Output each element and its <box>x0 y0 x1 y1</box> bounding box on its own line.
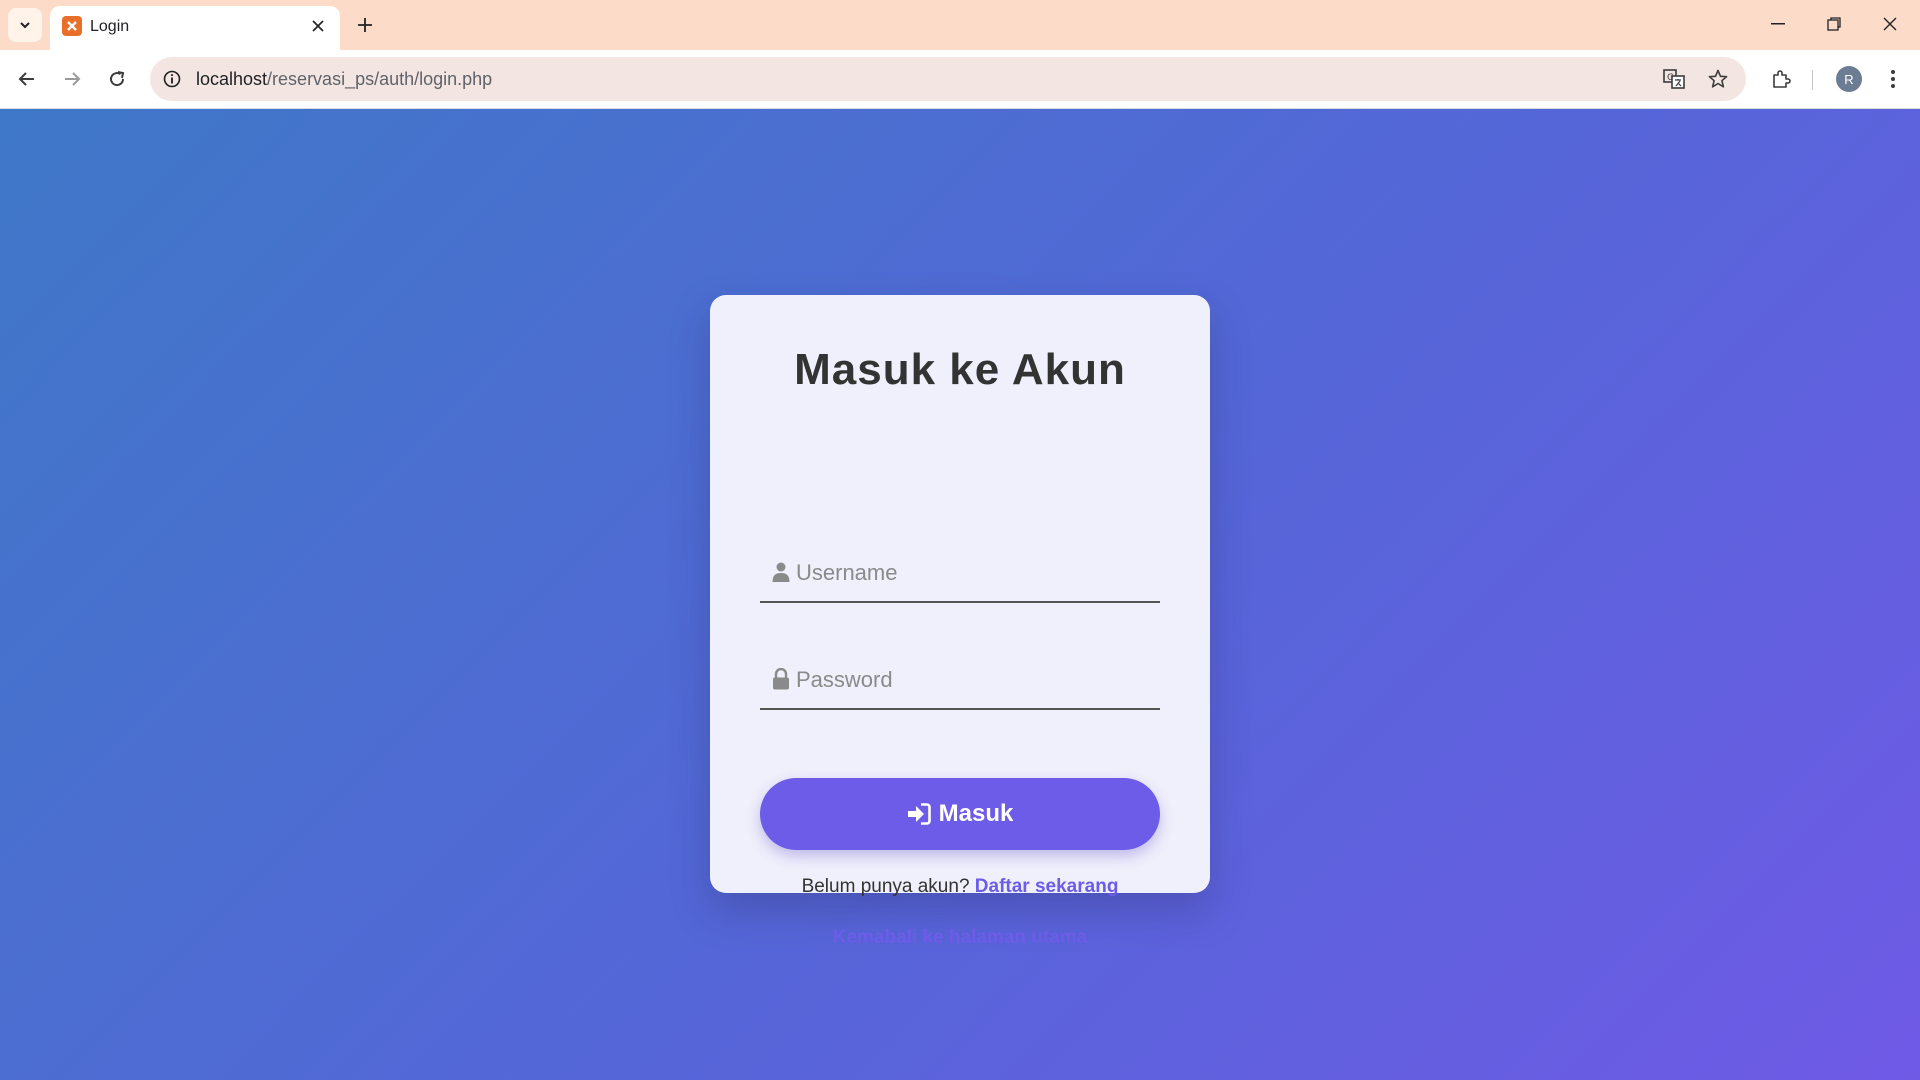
user-icon <box>772 561 790 583</box>
browser-tab[interactable]: Login <box>50 6 340 50</box>
more-icon[interactable] <box>1876 62 1910 96</box>
login-button-label: Masuk <box>938 800 1014 827</box>
avatar[interactable]: R <box>1836 66 1862 92</box>
forward-icon[interactable] <box>55 62 89 96</box>
url-host: localhost <box>196 69 268 89</box>
page-background: Masuk ke Akun Masuk Belum punya akun? Da… <box>0 109 1920 1080</box>
back-icon[interactable] <box>10 62 44 96</box>
back-home-link[interactable]: Kemabali ke halaman utama <box>833 927 1088 948</box>
address-bar[interactable]: localhost/reservasi_ps/auth/login.php G <box>150 57 1746 101</box>
password-field[interactable] <box>760 648 1160 710</box>
close-window-icon[interactable] <box>1862 0 1918 48</box>
toolbar-divider <box>1812 70 1813 90</box>
lock-icon <box>772 668 790 690</box>
password-input[interactable] <box>794 662 1158 698</box>
page-title: Masuk ke Akun <box>794 345 1126 394</box>
reload-icon[interactable] <box>100 62 134 96</box>
star-icon[interactable] <box>1706 67 1730 91</box>
login-button[interactable]: Masuk <box>760 778 1160 850</box>
extensions-icon[interactable] <box>1764 62 1798 96</box>
username-input[interactable] <box>794 555 1158 591</box>
xampp-favicon-icon <box>62 16 82 36</box>
register-link[interactable]: Daftar sekarang <box>975 876 1119 897</box>
register-prompt-text: Belum punya akun? <box>801 876 970 897</box>
register-prompt: Belum punya akun? Daftar sekarang <box>710 876 1210 898</box>
translate-icon[interactable]: G <box>1662 67 1686 91</box>
plus-icon[interactable] <box>350 10 380 40</box>
close-icon[interactable] <box>306 14 330 38</box>
username-field[interactable] <box>760 541 1160 603</box>
url-text[interactable]: localhost/reservasi_ps/auth/login.php <box>196 69 492 90</box>
sign-in-icon <box>907 803 931 825</box>
url-path: /reservasi_ps/auth/login.php <box>267 69 493 89</box>
back-home: Kemabali ke halaman utama <box>710 927 1210 949</box>
tab-title: Login <box>90 18 130 35</box>
restore-icon[interactable] <box>1806 0 1862 48</box>
tab-search-icon[interactable] <box>8 8 42 42</box>
minimize-icon[interactable] <box>1750 0 1806 48</box>
login-card: Masuk ke Akun Masuk Belum punya akun? Da… <box>710 295 1210 948</box>
browser-toolbar: localhost/reservasi_ps/auth/login.php G … <box>0 50 1920 109</box>
info-icon[interactable] <box>162 69 182 89</box>
browser-tabbar: Login <box>0 0 1920 50</box>
